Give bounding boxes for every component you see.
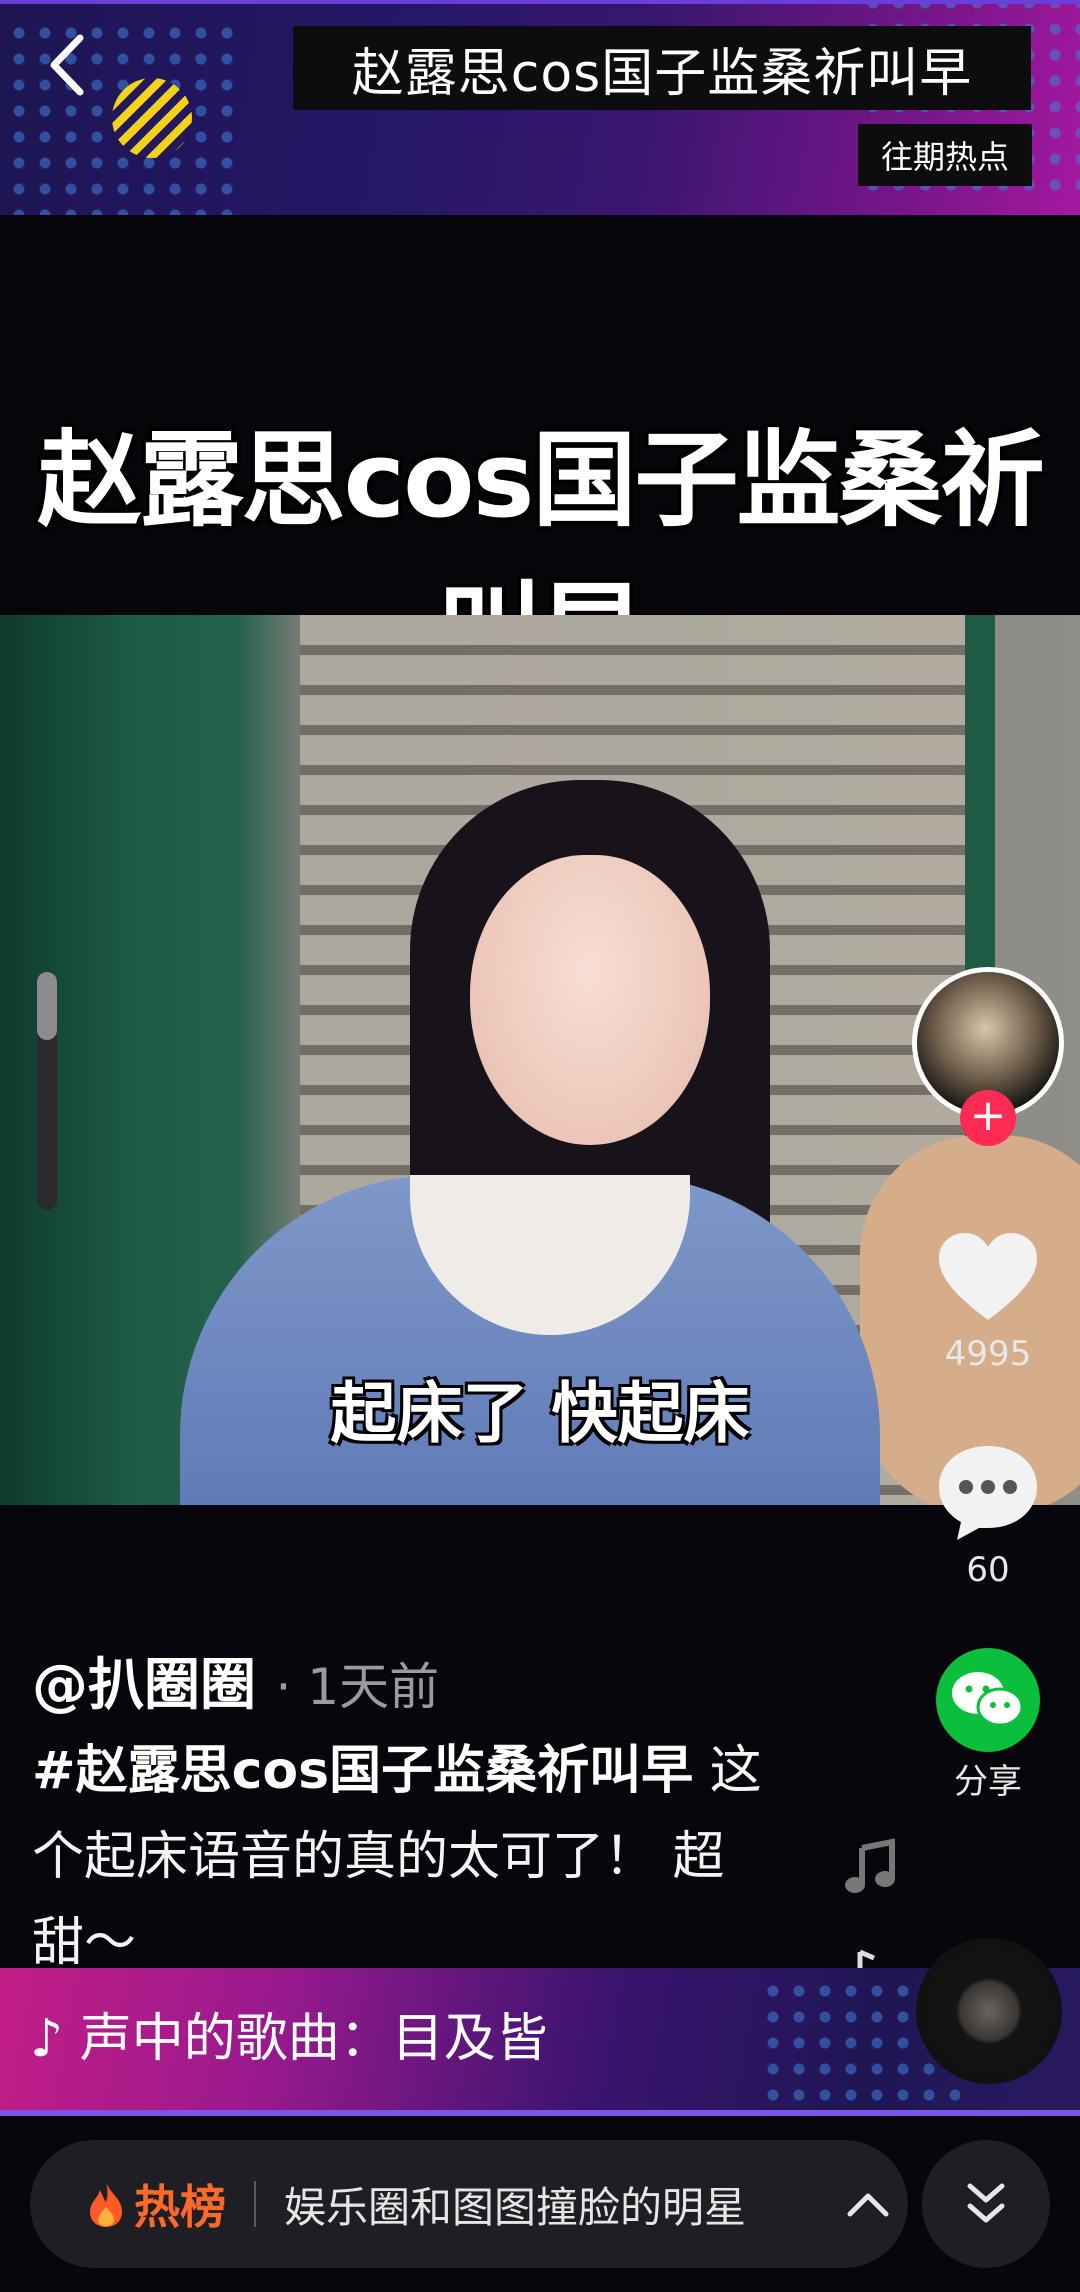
double-chevron-down-icon <box>967 2183 1005 2223</box>
hot-list-bar[interactable]: 热榜 娱乐圈和图图撞脸的明星 <box>30 2140 908 2268</box>
music-info[interactable]: ♪ 声中的歌曲：目及皆 <box>30 1996 548 2071</box>
heart-icon <box>939 1233 1037 1320</box>
hot-list-label: 热榜 <box>134 2180 226 2234</box>
music-note-inline-icon: ♪ <box>30 2009 64 2069</box>
like-count: 4995 <box>944 1334 1032 1374</box>
share-label: 分享 <box>954 1762 1022 1802</box>
video-subtitle: 起床了 快起床 <box>330 1375 750 1452</box>
author-line: @扒圈圈 · 1天前 <box>32 1640 439 1721</box>
music-note-icon <box>845 1838 895 1893</box>
like-button[interactable]: 4995 <box>930 1228 1046 1374</box>
wechat-icon <box>936 1648 1040 1752</box>
post-caption[interactable]: #赵露思cos国子监桑祈叫早 这个起床语音的真的太可了！ 超甜～ <box>32 1728 772 1986</box>
collapse-button[interactable] <box>922 2140 1050 2268</box>
follow-plus-button[interactable]: + <box>960 1090 1016 1146</box>
fire-icon <box>90 2182 122 2227</box>
chevron-left-icon <box>50 34 84 96</box>
comment-count: 60 <box>966 1550 1010 1590</box>
scrollbar-thumb[interactable] <box>37 972 57 1040</box>
music-disc[interactable] <box>916 1938 1062 2084</box>
comment-button[interactable]: 60 <box>930 1440 1046 1590</box>
hashtag[interactable]: #赵露思cos国子监桑祈叫早 <box>32 1741 693 1801</box>
music-label: 声中的歌曲：目及皆 <box>79 2009 548 2069</box>
music-bar-edge <box>0 2110 1080 2116</box>
chevron-up-icon <box>847 2193 889 2217</box>
hot-list-text: 娱乐圈和图图撞脸的明星 <box>284 2182 747 2232</box>
hot-divider <box>254 2181 256 2227</box>
author-name[interactable]: @扒圈圈 <box>32 1653 256 1718</box>
past-hot-button[interactable]: 往期热点 <box>858 124 1032 186</box>
hot-list-expand-button[interactable] <box>828 2190 908 2218</box>
back-button[interactable] <box>40 30 100 100</box>
topic-title[interactable]: 赵露思cos国子监桑祈叫早 <box>293 26 1031 110</box>
post-time: · 1天前 <box>275 1658 440 1716</box>
comment-bubble-icon <box>939 1446 1037 1540</box>
share-button[interactable]: 分享 <box>930 1648 1046 1803</box>
progress-scrollbar[interactable] <box>37 972 57 1210</box>
person-face <box>470 855 710 1145</box>
